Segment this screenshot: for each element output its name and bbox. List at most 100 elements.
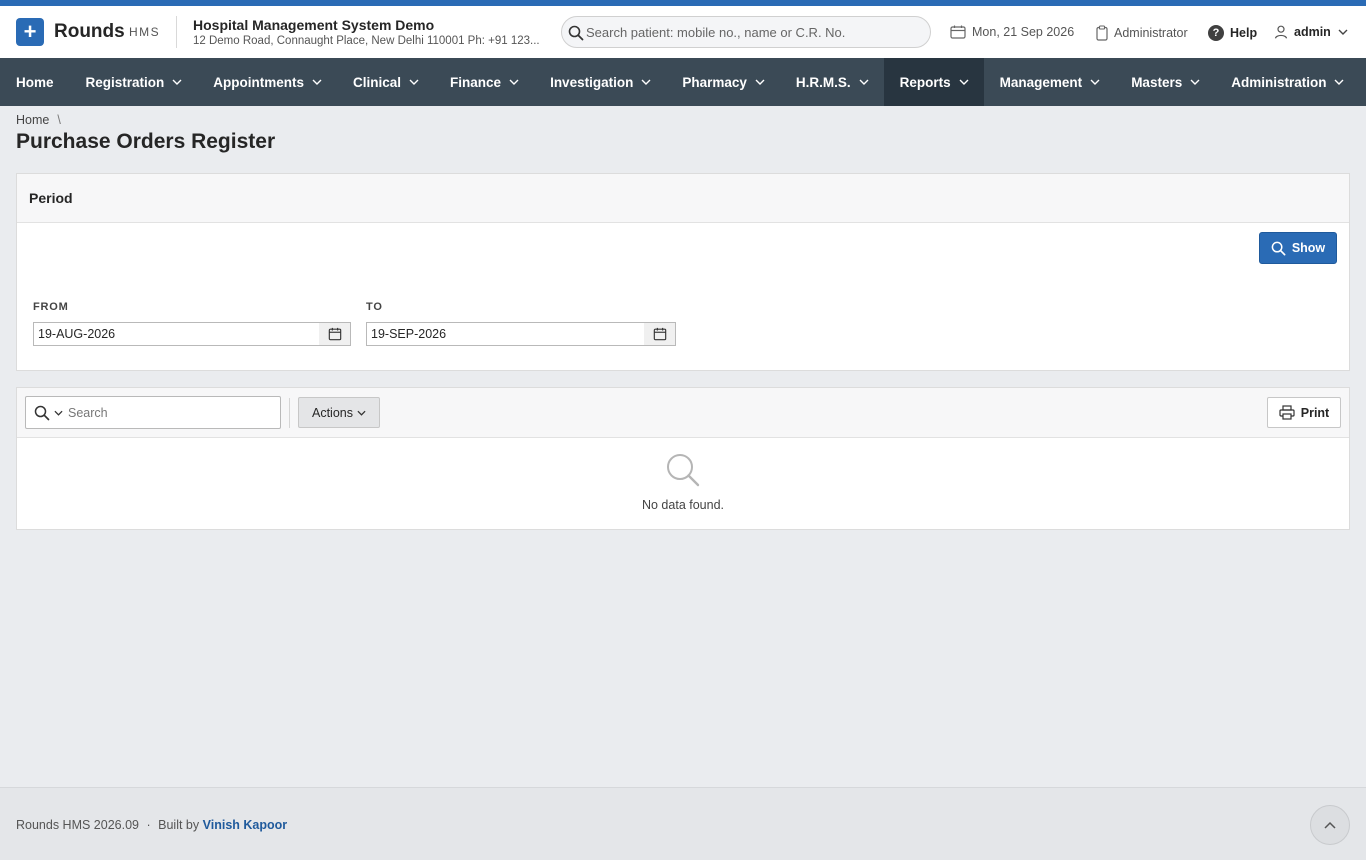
chevron-down-icon <box>357 410 366 416</box>
search-icon <box>34 405 50 421</box>
chevron-down-icon <box>312 79 322 85</box>
org-name: Hospital Management System Demo <box>193 17 435 33</box>
nav-item-reports[interactable]: Reports <box>883 58 984 106</box>
chevron-down-icon <box>1090 79 1100 85</box>
to-date-picker-button[interactable] <box>644 322 676 346</box>
chevron-down-icon <box>172 79 182 85</box>
nav-item-label: Clinical <box>353 74 402 90</box>
report-region: Actions Print No data found. <box>16 387 1350 530</box>
nav-item-label: Finance <box>450 74 502 90</box>
report-search-input[interactable] <box>68 397 273 428</box>
help-icon: ? <box>1208 25 1224 41</box>
search-icon <box>1271 241 1286 255</box>
period-region: Period Show FROM TO <box>16 173 1350 371</box>
app-footer: Rounds HMS 2026.09 · Built by Vinish Kap… <box>0 787 1366 860</box>
nav-item-masters[interactable]: Masters <box>1115 58 1215 106</box>
help-link[interactable]: ? Help <box>1208 25 1257 41</box>
footer-built-by: Built by <box>158 818 200 832</box>
footer-separator: · <box>146 818 151 832</box>
nav-item-management[interactable]: Management <box>984 58 1116 106</box>
nav-item-hrms[interactable]: H.R.M.S. <box>780 58 884 106</box>
empty-state: No data found. <box>17 438 1349 530</box>
nav-item-label: Registration <box>85 74 165 90</box>
brand-sub: HMS <box>129 25 161 39</box>
user-name: admin <box>1294 25 1331 39</box>
brand-name[interactable]: Rounds <box>54 21 125 43</box>
from-label: FROM <box>33 301 69 313</box>
to-date-input[interactable] <box>366 322 645 346</box>
chevron-down-icon <box>959 79 969 85</box>
calendar-icon <box>653 327 666 341</box>
report-toolbar: Actions Print <box>17 388 1349 438</box>
nav-item-label: H.R.M.S. <box>795 74 851 90</box>
nav-item-label: Pharmacy <box>682 74 747 90</box>
nav-item-label: Reports <box>899 74 951 90</box>
patient-search[interactable] <box>561 16 931 48</box>
printer-icon <box>1279 405 1295 420</box>
main-nav: Home Registration Appointments Clinical … <box>0 58 1366 106</box>
nav-item-clinical[interactable]: Clinical <box>337 58 434 106</box>
nav-item-investigation[interactable]: Investigation <box>534 58 666 106</box>
period-region-header: Period <box>17 174 1349 223</box>
chevron-up-icon <box>1324 821 1336 829</box>
current-date-text: Mon, 21 Sep 2026 <box>972 25 1075 39</box>
breadcrumb-separator: \ <box>57 113 61 127</box>
patient-search-input[interactable] <box>586 17 926 47</box>
show-button-label: Show <box>1291 241 1326 255</box>
from-date-input[interactable] <box>33 322 320 346</box>
to-label: TO <box>366 301 383 313</box>
actions-button[interactable]: Actions <box>298 397 380 428</box>
search-icon <box>568 25 584 46</box>
chevron-down-icon <box>509 79 519 85</box>
actions-button-label: Actions <box>312 405 353 420</box>
nav-item-label: Administration <box>1231 74 1327 90</box>
help-label: Help <box>1230 26 1258 40</box>
org-address: 12 Demo Road, Connaught Place, New Delhi… <box>193 35 540 47</box>
chevron-down-icon <box>1338 29 1348 35</box>
search-column-selector[interactable] <box>34 405 63 421</box>
current-date: Mon, 21 Sep 2026 <box>950 25 1074 39</box>
back-to-top-button[interactable] <box>1310 805 1350 845</box>
nav-item-appointments[interactable]: Appointments <box>197 58 337 106</box>
empty-state-message: No data found. <box>641 498 724 512</box>
page-title: Purchase Orders Register <box>16 130 276 153</box>
user-menu[interactable]: admin <box>1274 25 1348 39</box>
footer-version: Rounds HMS 2026.09 <box>16 818 139 832</box>
chevron-down-icon <box>859 79 869 85</box>
print-button[interactable]: Print <box>1267 397 1341 428</box>
nav-item-label: Appointments <box>213 74 305 90</box>
breadcrumb: Home \ <box>16 113 61 127</box>
breadcrumb-home-link[interactable]: Home <box>16 113 49 127</box>
nav-item-finance[interactable]: Finance <box>434 58 534 106</box>
magnifier-icon <box>667 454 700 487</box>
user-role: Administrator <box>1096 25 1188 41</box>
nav-item-label: Masters <box>1131 74 1183 90</box>
user-role-text: Administrator <box>1114 26 1188 40</box>
nav-item-administration[interactable]: Administration <box>1215 58 1359 106</box>
nav-item-home[interactable]: Home <box>0 58 70 106</box>
footer-text: Rounds HMS 2026.09 · Built by Vinish Kap… <box>16 818 287 832</box>
chevron-down-icon <box>1334 79 1344 85</box>
nav-item-pharmacy[interactable]: Pharmacy <box>666 58 780 106</box>
chevron-down-icon <box>1190 79 1200 85</box>
app-header: + Rounds HMS Hospital Management System … <box>0 6 1366 58</box>
from-date-picker-button[interactable] <box>319 322 351 346</box>
calendar-icon <box>328 327 341 341</box>
header-divider <box>176 16 177 48</box>
chevron-down-icon <box>409 79 419 85</box>
nav-item-registration[interactable]: Registration <box>70 58 198 106</box>
chevron-down-icon <box>755 79 765 85</box>
logo-plus-icon[interactable]: + <box>16 18 44 46</box>
print-button-label: Print <box>1300 405 1330 420</box>
chevron-down-icon <box>641 79 651 85</box>
report-search[interactable] <box>25 396 281 429</box>
nav-item-label: Investigation <box>550 74 634 90</box>
clipboard-icon <box>1096 25 1108 41</box>
nav-item-label: Management <box>999 74 1083 90</box>
nav-item-label: Home <box>16 74 54 90</box>
chevron-down-icon <box>54 410 63 416</box>
calendar-icon <box>950 25 966 39</box>
show-button[interactable]: Show <box>1259 232 1337 264</box>
user-icon <box>1274 25 1288 39</box>
footer-author-link[interactable]: Vinish Kapoor <box>203 818 288 832</box>
